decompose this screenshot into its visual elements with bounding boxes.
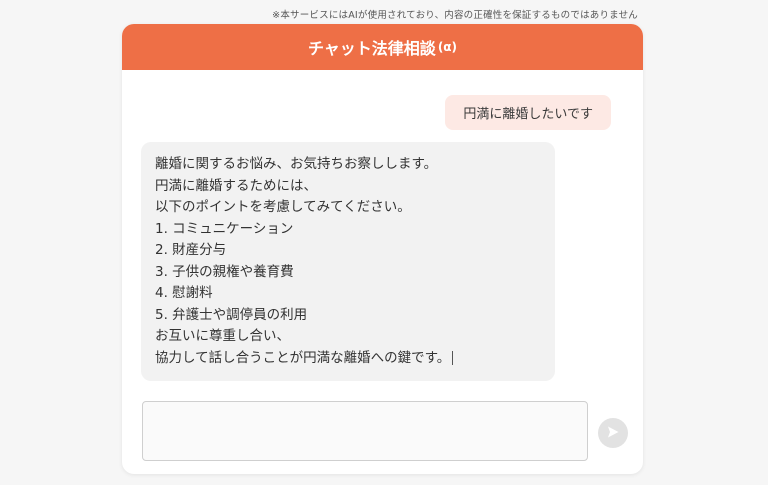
bot-message-line: 離婚に関するお悩み、お気持ちお察しします。 — [155, 156, 438, 172]
bot-message-line-last: 協力して話し合うことが円満な離婚への鍵です。 — [155, 348, 555, 370]
send-arrow-icon — [606, 425, 620, 442]
bot-message-line: 円満に離婚するためには、 — [155, 177, 317, 194]
chat-panel: チャット法律相談 (α) 円満に離婚したいです 離婚に関するお悩み、お気持ちお察… — [122, 24, 643, 474]
user-message: 円満に離婚したいです — [445, 95, 611, 130]
alpha-badge: (α) — [437, 40, 458, 54]
chat-title: チャット法律相談 — [307, 39, 436, 58]
bot-message-line: 4. 慰謝料 — [155, 285, 213, 301]
bot-message-line: 3. 子供の親権や養育費 — [155, 263, 294, 280]
bot-message: 離婚に関するお悩み、お気持ちお察しします。 円満に離婚するためには、 以下のポイ… — [141, 142, 555, 381]
bot-message-line: 5. 弁護士や調停員の利用 — [155, 306, 308, 323]
bot-message-line: 1. コミュニケーション — [155, 220, 294, 237]
bot-message-line: 以下のポイントを考慮してみてください。 — [155, 199, 411, 215]
bot-message-line: 2. 財産分与 — [155, 242, 227, 258]
send-button[interactable] — [598, 418, 628, 448]
chat-header: チャット法律相談 (α) — [122, 24, 643, 70]
bot-message-text: 協力して話し合うことが円満な離婚への鍵です。 — [155, 349, 451, 366]
bot-message-line: お互いに尊重し合い、 — [155, 328, 290, 344]
message-input[interactable] — [142, 401, 588, 461]
ai-disclaimer: ※本サービスにはAIが使用されており、内容の正確性を保証するものではありません — [272, 10, 638, 21]
typing-cursor — [452, 350, 454, 365]
